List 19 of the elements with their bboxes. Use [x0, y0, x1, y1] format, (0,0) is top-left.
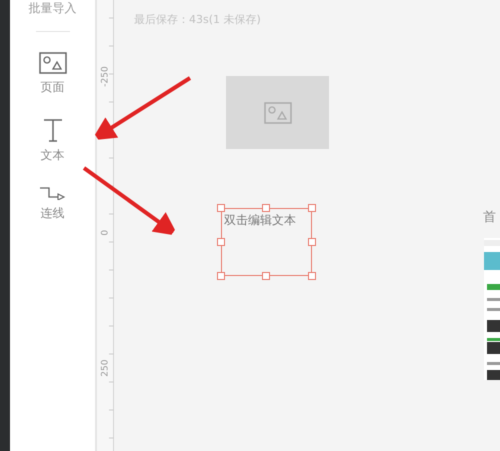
resize-handle[interactable] — [262, 204, 270, 212]
image-icon — [264, 102, 292, 124]
resize-handle[interactable] — [308, 238, 316, 246]
page-title: 首 — [483, 209, 496, 227]
connector-icon — [40, 186, 66, 200]
tool-label[interactable]: 页面 — [40, 78, 64, 96]
resize-handle[interactable] — [217, 272, 225, 280]
resize-handle[interactable] — [308, 272, 316, 280]
tool-label[interactable]: 文本 — [40, 146, 64, 164]
tool-label[interactable]: 连线 — [40, 204, 64, 222]
resize-handle[interactable] — [262, 272, 270, 280]
ruler-label: 0 — [99, 228, 112, 238]
resize-handle[interactable] — [217, 238, 225, 246]
image-icon — [38, 52, 66, 74]
resize-handle[interactable] — [217, 204, 225, 212]
resize-handle[interactable] — [308, 204, 316, 212]
section-heading: 批量导入 — [28, 1, 76, 15]
text-icon — [42, 118, 62, 142]
ruler-label: 250 — [99, 360, 112, 377]
